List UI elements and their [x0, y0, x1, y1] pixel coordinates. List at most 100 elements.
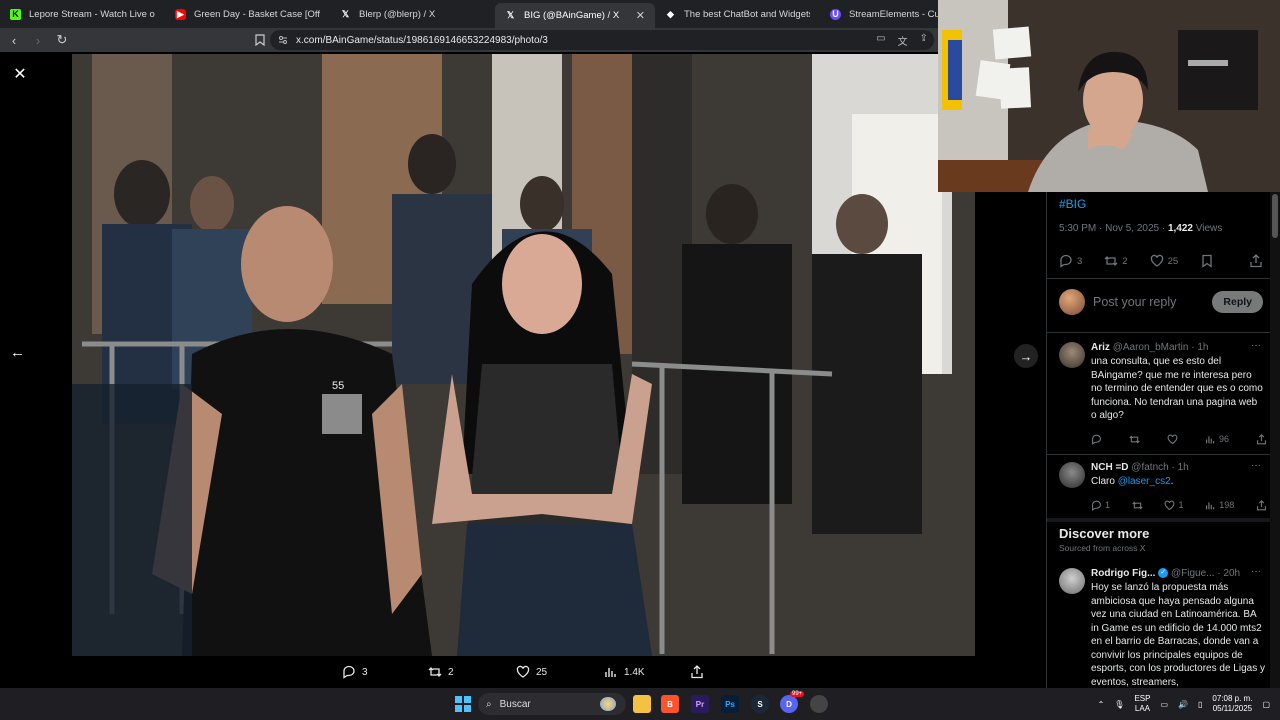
more-options-icon[interactable]: ··· — [1251, 460, 1261, 471]
like-action[interactable] — [1167, 432, 1178, 446]
reply-action[interactable]: 3 — [342, 665, 368, 679]
notification-badge: 99+ — [790, 691, 805, 697]
tab-kick[interactable]: K Lepore Stream - Watch Live on Kick — [0, 0, 165, 28]
windows-start-icon[interactable] — [454, 695, 472, 713]
clock[interactable]: 07:08 p. m. 05/11/2025 — [1212, 694, 1252, 714]
premiere-pro-icon[interactable]: Pr — [691, 695, 709, 713]
scrollbar-thumb[interactable] — [1272, 194, 1278, 238]
tab-youtube[interactable]: ▶ Green Day - Basket Case [Official Mu — [165, 0, 330, 28]
like-stat[interactable]: 25 — [1150, 254, 1178, 268]
reply-composer: Post your reply Reply — [1059, 288, 1263, 316]
app-icon[interactable] — [810, 695, 828, 713]
back-icon[interactable]: ‹ — [4, 30, 24, 50]
repost-action[interactable] — [1132, 498, 1143, 512]
brave-browser-icon[interactable]: B — [661, 695, 679, 713]
reply-button[interactable]: Reply — [1212, 291, 1263, 313]
chevron-up-icon[interactable]: ⌃ — [1098, 700, 1105, 709]
photoshop-icon[interactable]: Ps — [721, 695, 739, 713]
reload-icon[interactable]: ↻ — [52, 30, 72, 50]
divider — [1047, 454, 1270, 455]
repost-action[interactable] — [1129, 432, 1140, 446]
close-tab-icon[interactable]: ✕ — [636, 9, 645, 22]
like-action[interactable]: 1 — [1164, 498, 1184, 512]
discord-icon[interactable]: D — [780, 695, 798, 713]
photo-scene: 55 — [72, 54, 975, 656]
like-count: 1 — [1178, 500, 1184, 510]
share-action[interactable] — [1256, 432, 1267, 446]
close-icon[interactable]: ✕ — [10, 64, 30, 84]
next-photo-icon[interactable]: → — [1014, 344, 1038, 368]
address-bar[interactable]: x.com/BAinGame/status/198616914665322498… — [270, 30, 934, 50]
reply-stat[interactable]: 3 — [1059, 254, 1082, 268]
share-action[interactable] — [1256, 498, 1267, 512]
author-name[interactable]: Rodrigo Fig... — [1091, 568, 1155, 579]
tweet-date[interactable]: Nov 5, 2025 — [1105, 223, 1159, 234]
microphone-icon[interactable]: 🎙 — [1114, 700, 1124, 709]
tab-title: Green Day - Basket Case [Official Mu — [194, 8, 320, 20]
notifications-icon[interactable]: ▢ — [1262, 700, 1270, 709]
translate-icon[interactable]: 文 — [898, 33, 908, 48]
views-action[interactable]: 1.4K — [604, 665, 645, 679]
repost-icon — [1129, 435, 1140, 443]
tab-blerp[interactable]: 𝕏 Blerp (@blerp) / X — [330, 0, 495, 28]
network-icon[interactable]: ▭ — [1160, 700, 1168, 709]
views-action[interactable]: 96 — [1205, 432, 1229, 446]
share-action[interactable] — [690, 665, 704, 679]
forward-icon[interactable]: › — [28, 30, 48, 50]
language-indicator[interactable]: ESP LAA — [1134, 694, 1150, 714]
reply-input[interactable]: Post your reply — [1093, 295, 1212, 309]
verified-badge-icon: ✓ — [1158, 568, 1169, 579]
tweet-time[interactable]: 5:30 PM — [1059, 223, 1096, 234]
views-icon — [605, 668, 616, 677]
bookmark-icon[interactable] — [250, 30, 270, 50]
reply-action[interactable]: 1 — [1091, 498, 1110, 512]
repost-stat[interactable]: 2 — [1104, 254, 1128, 268]
like-action[interactable]: 25 — [516, 665, 547, 679]
search-icon: ⌕ — [486, 698, 492, 710]
file-explorer-icon[interactable] — [633, 695, 651, 713]
reply-action[interactable] — [1091, 432, 1102, 446]
author-name[interactable]: Ariz — [1091, 342, 1110, 353]
reply-count: 3 — [1077, 255, 1083, 267]
share-icon — [1256, 433, 1266, 444]
discover-title: Discover more — [1059, 526, 1150, 541]
heart-icon — [516, 665, 530, 678]
author-handle[interactable]: @Figue... — [1171, 568, 1215, 579]
scrollbar[interactable] — [1270, 192, 1280, 688]
author-name[interactable]: NCH =D — [1091, 462, 1129, 473]
previous-photo-icon[interactable]: ← — [10, 344, 25, 361]
tweet-actions: 1 1 198 — [1091, 498, 1267, 512]
bookmark-stat[interactable] — [1200, 254, 1214, 268]
share-icon[interactable]: ⇪ — [920, 33, 928, 48]
site-info-icon[interactable] — [278, 35, 288, 45]
keyboard-layout: LAA — [1134, 704, 1151, 713]
tweet-meta: 5:30 PM · Nov 5, 2025 · 1,422 Views — [1059, 223, 1223, 234]
avatar[interactable] — [1059, 462, 1085, 488]
tab-chatbot[interactable]: ◆ The best ChatBot and Widgets for Ki — [655, 0, 820, 28]
avatar[interactable] — [1059, 568, 1085, 594]
bookmark-icon — [1202, 254, 1212, 268]
share-icon — [691, 665, 703, 679]
tweet-stats: 3 2 25 — [1059, 252, 1263, 270]
steam-icon[interactable]: S — [751, 695, 769, 713]
more-options-icon[interactable]: ··· — [1251, 566, 1261, 577]
share-stat[interactable] — [1249, 254, 1263, 268]
cast-icon[interactable]: ▭ — [876, 33, 885, 48]
hashtag-link[interactable]: #BIG — [1059, 197, 1086, 211]
taskbar-search[interactable]: ⌕ Buscar — [478, 693, 626, 715]
mention-link[interactable]: @laser_cs2 — [1118, 476, 1171, 487]
more-options-icon[interactable]: ··· — [1251, 340, 1261, 351]
author-handle[interactable]: @fatnch — [1131, 462, 1168, 473]
volume-icon[interactable]: 🔊 — [1178, 700, 1188, 709]
tweet-age[interactable]: 20h — [1223, 568, 1240, 579]
discover-subtitle: Sourced from across X — [1059, 543, 1146, 553]
author-handle[interactable]: @Aaron_bMartin — [1113, 342, 1189, 353]
avatar[interactable] — [1059, 342, 1085, 368]
language-code: ESP — [1134, 694, 1151, 703]
tab-bainGame[interactable]: 𝕏 BIG (@BAinGame) / X ✕ — [495, 3, 655, 28]
tweet-age[interactable]: 1h — [1178, 462, 1189, 473]
views-action[interactable]: 198 — [1205, 498, 1234, 512]
tweet-age[interactable]: 1h — [1197, 342, 1208, 353]
repost-action[interactable]: 2 — [428, 665, 454, 679]
battery-icon[interactable]: ▯ — [1198, 700, 1202, 709]
